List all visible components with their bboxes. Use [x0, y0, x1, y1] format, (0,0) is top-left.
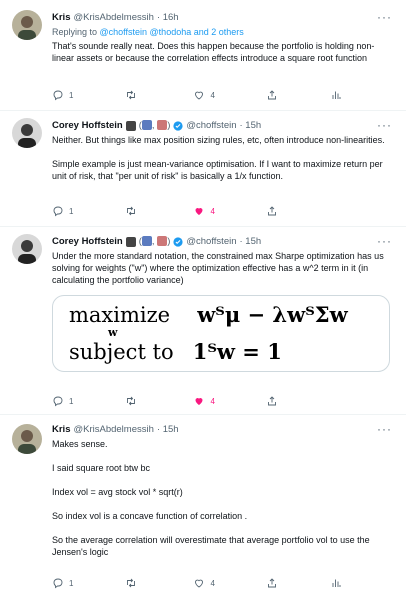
verified-icon	[173, 237, 183, 247]
flag-icon	[125, 121, 136, 131]
more-icon[interactable]: ···	[377, 11, 392, 23]
reply-button[interactable]: 1	[52, 395, 73, 407]
more-icon[interactable]: ···	[377, 423, 392, 435]
tweet-time[interactable]: · 15h	[240, 234, 262, 250]
like-button[interactable]: 4	[193, 89, 215, 101]
reply-icon	[53, 578, 63, 589]
reply-button[interactable]: 1	[52, 205, 73, 217]
like-count: 4	[210, 396, 215, 406]
author-name[interactable]: Kris	[52, 10, 70, 26]
mention-link[interactable]: @choffstein	[100, 27, 148, 37]
constraint-expression: 1ᵀw = 1	[192, 339, 282, 364]
analytics-icon	[332, 579, 341, 587]
equation-image[interactable]: maximize wᵀμ − λwᵀΣw w subject to 1ᵀw = …	[52, 295, 390, 372]
share-icon	[268, 206, 277, 216]
tweet-text: That's sounde really neat. Does this hap…	[52, 41, 375, 63]
tweet-time[interactable]: · 15h	[240, 118, 262, 134]
emoji-icon	[157, 236, 168, 247]
like-count: 4	[210, 90, 215, 100]
tweet-3[interactable]: Corey Hoffstein (, ) @choffstein · 15h U…	[0, 226, 406, 414]
like-icon	[195, 398, 203, 405]
author-handle[interactable]: @KrisAbdelmessih	[73, 10, 153, 26]
like-icon	[195, 91, 204, 100]
like-icon	[195, 579, 204, 588]
emoji-icon	[157, 120, 168, 131]
chart-icon	[141, 236, 152, 247]
like-button[interactable]: 4	[193, 577, 215, 589]
author-handle[interactable]: @choffstein	[186, 118, 236, 134]
objective-expression: wᵀμ − λwᵀΣw	[197, 302, 348, 327]
like-count: 4	[210, 578, 215, 588]
author-handle[interactable]: @KrisAbdelmessih	[73, 422, 153, 438]
share-icon	[268, 90, 277, 100]
retweet-icon	[127, 578, 135, 588]
retweet-button[interactable]	[125, 395, 142, 407]
share-button[interactable]	[266, 205, 278, 217]
flag-icon	[125, 237, 136, 247]
reply-count: 1	[69, 578, 74, 588]
reply-icon	[53, 396, 63, 407]
verified-icon	[173, 121, 183, 131]
like-count: 4	[210, 206, 215, 216]
reply-count: 1	[69, 206, 74, 216]
author-name[interactable]: Corey Hoffstein	[52, 118, 123, 134]
reply-count: 1	[69, 396, 74, 406]
like-button[interactable]: 4	[193, 205, 215, 217]
tweet-time[interactable]: · 16h	[157, 10, 179, 26]
retweet-icon	[127, 90, 135, 100]
retweet-button[interactable]	[125, 89, 142, 101]
reply-icon	[53, 206, 63, 217]
tweet-1[interactable]: Kris @KrisAbdelmessih · 16h Replying to …	[0, 0, 406, 110]
author-handle[interactable]: @choffstein	[186, 234, 236, 250]
tweet-text: Under the more standard notation, the co…	[52, 251, 384, 285]
tweet-text: Makes sense. I said square root btw bc I…	[52, 439, 370, 557]
retweet-icon	[127, 396, 135, 406]
retweet-button[interactable]	[125, 205, 142, 217]
more-icon[interactable]: ···	[377, 235, 392, 247]
like-icon	[195, 208, 203, 215]
share-button[interactable]	[266, 577, 278, 589]
replying-to: Replying to @choffstein @thodoha and 2 o…	[52, 27, 244, 37]
maximize-label: maximize	[69, 303, 171, 327]
avatar[interactable]	[12, 10, 42, 40]
retweet-button[interactable]	[125, 577, 142, 589]
tweet-2[interactable]: Corey Hoffstein (, ) @choffstein · 15h N…	[0, 110, 406, 226]
tweet-4[interactable]: Kris @KrisAbdelmessih · 15h Makes sense.…	[0, 414, 406, 597]
like-button[interactable]: 4	[193, 395, 215, 407]
objective-line: maximize wᵀμ − λwᵀΣw	[69, 302, 348, 327]
avatar[interactable]	[12, 234, 42, 264]
reply-button[interactable]: 1	[52, 89, 73, 101]
reply-count: 1	[69, 90, 74, 100]
avatar[interactable]	[12, 118, 42, 148]
retweet-icon	[127, 206, 135, 216]
maximize-subscript: w	[108, 326, 118, 339]
tweet-time[interactable]: · 15h	[157, 422, 179, 438]
author-name[interactable]: Kris	[52, 422, 70, 438]
author-name[interactable]: Corey Hoffstein	[52, 234, 123, 250]
constraint-line: subject to 1ᵀw = 1	[69, 339, 282, 364]
analytics-icon	[332, 91, 341, 99]
share-button[interactable]	[266, 395, 278, 407]
analytics-button[interactable]	[330, 577, 342, 589]
share-button[interactable]	[266, 89, 278, 101]
reply-button[interactable]: 1	[52, 577, 73, 589]
badge-group: (, )	[138, 120, 171, 131]
mention-link[interactable]: @thodoha	[150, 27, 192, 37]
tweet-text: Neither. But things like max position si…	[52, 135, 385, 181]
share-icon	[268, 578, 277, 588]
share-icon	[268, 396, 277, 406]
reply-icon	[53, 90, 63, 101]
avatar[interactable]	[12, 424, 42, 454]
subject-to-label: subject to	[69, 340, 174, 364]
more-icon[interactable]: ···	[377, 119, 392, 131]
analytics-button[interactable]	[330, 89, 342, 101]
badge-group: (, )	[138, 236, 171, 247]
others-link[interactable]: and 2 others	[191, 27, 244, 37]
chart-icon	[141, 120, 152, 131]
